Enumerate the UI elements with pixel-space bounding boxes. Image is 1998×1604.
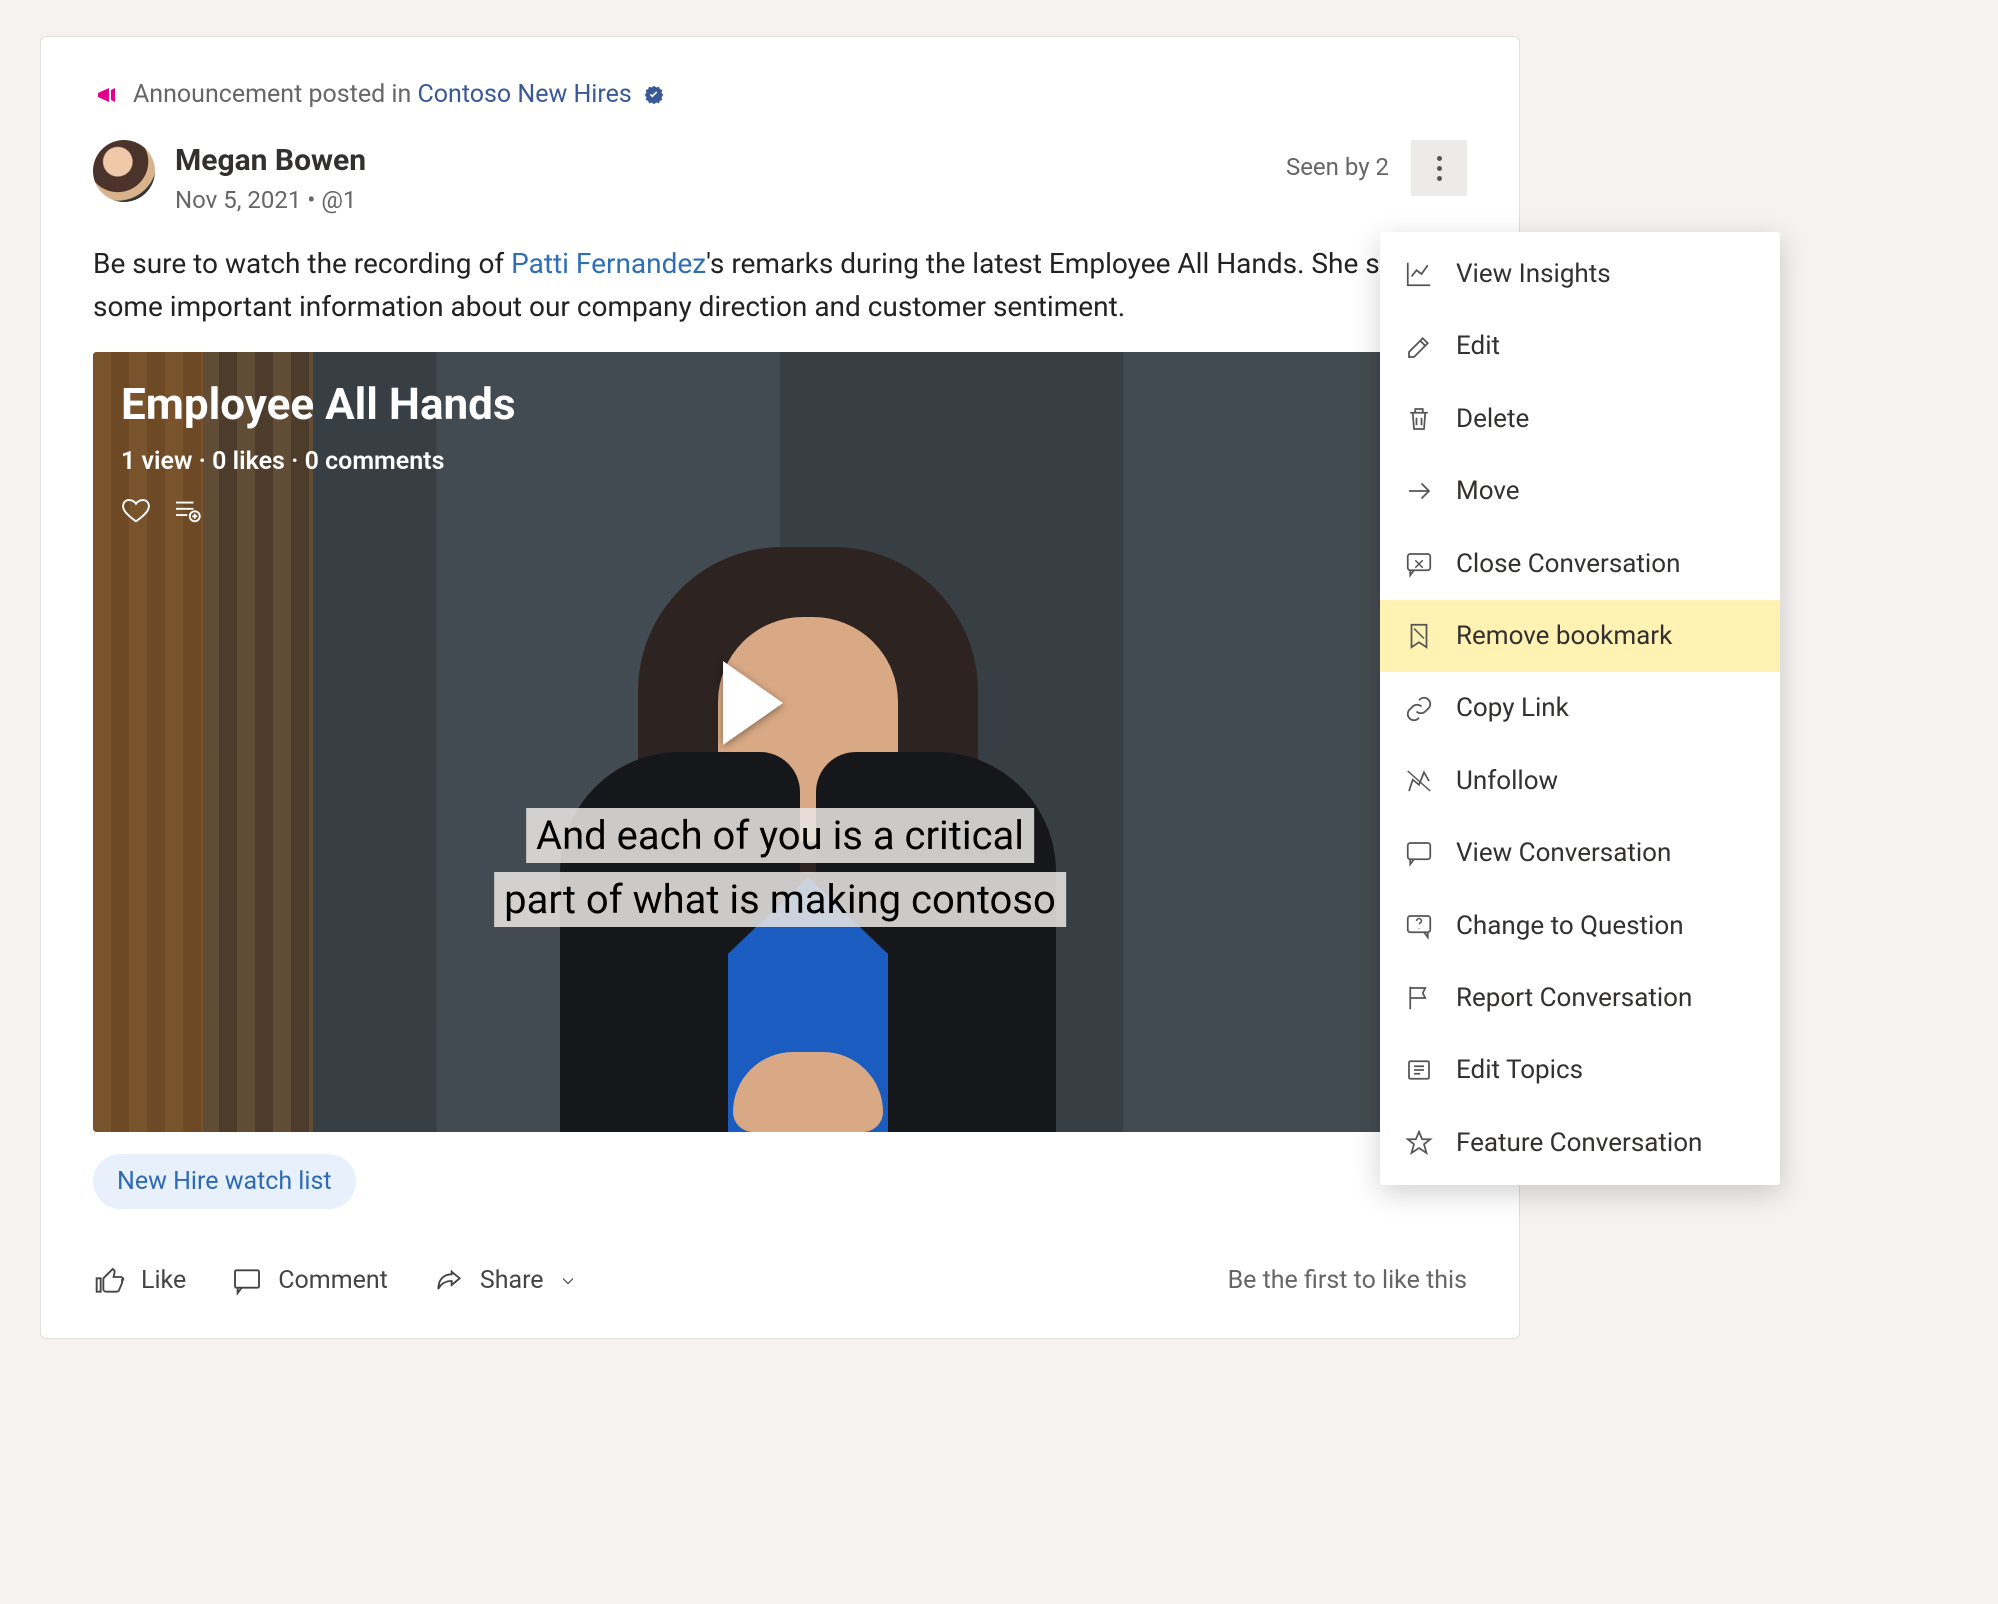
like-prompt: Be the first to like this xyxy=(1228,1263,1467,1298)
move-icon xyxy=(1404,476,1434,506)
report-icon xyxy=(1404,983,1434,1013)
like-button[interactable]: Like xyxy=(93,1263,186,1298)
author-block: Megan Bowen Nov 5, 2021 • @1 xyxy=(175,140,366,218)
author-name[interactable]: Megan Bowen xyxy=(175,140,366,182)
view-convo-icon xyxy=(1404,838,1434,868)
menu-item-close-convo[interactable]: Close Conversation xyxy=(1380,528,1780,600)
group-link[interactable]: Contoso New Hires xyxy=(418,80,632,109)
context-menu: View Insights Edit Delete Move Close Convers… xyxy=(1380,232,1780,1185)
add-to-list-icon[interactable] xyxy=(171,495,201,525)
video-overlay: Employee All Hands 1 view · 0 likes · 0 … xyxy=(121,374,516,525)
menu-item-question[interactable]: Change to Question xyxy=(1380,890,1780,962)
share-icon xyxy=(432,1265,466,1297)
menu-item-label: Report Conversation xyxy=(1456,980,1692,1016)
author-row: Megan Bowen Nov 5, 2021 • @1 Seen by 2 xyxy=(93,140,1467,218)
video-stats: 1 view · 0 likes · 0 comments xyxy=(121,444,516,479)
unfollow-icon xyxy=(1404,766,1434,796)
share-button[interactable]: Share xyxy=(432,1263,578,1298)
menu-item-topics[interactable]: Edit Topics xyxy=(1380,1034,1780,1106)
post-body: Be sure to watch the recording of Patti … xyxy=(93,242,1467,329)
menu-item-label: Close Conversation xyxy=(1456,546,1680,582)
more-options-button[interactable] xyxy=(1411,140,1467,196)
menu-item-label: Move xyxy=(1456,473,1520,509)
copy-link-icon xyxy=(1404,694,1434,724)
video-caption: And each of you is a critical part of wh… xyxy=(494,804,1066,932)
insights-icon xyxy=(1404,259,1434,289)
post-card: Announcement posted in Contoso New Hires… xyxy=(40,36,1520,1339)
more-icon xyxy=(1437,166,1442,171)
seen-by-count[interactable]: Seen by 2 xyxy=(1286,151,1389,185)
menu-item-label: Change to Question xyxy=(1456,908,1684,944)
menu-item-move[interactable]: Move xyxy=(1380,455,1780,527)
post-top-actions: Seen by 2 xyxy=(1286,140,1467,196)
bookmark-icon xyxy=(1404,621,1434,651)
video-title: Employee All Hands xyxy=(121,374,516,436)
menu-item-label: Feature Conversation xyxy=(1456,1125,1702,1161)
menu-item-label: Copy Link xyxy=(1456,690,1569,726)
thumbs-up-icon xyxy=(93,1265,127,1297)
menu-item-label: View Insights xyxy=(1456,256,1611,292)
feature-icon xyxy=(1404,1128,1434,1158)
menu-item-feature[interactable]: Feature Conversation xyxy=(1380,1107,1780,1179)
menu-item-insights[interactable]: View Insights xyxy=(1380,238,1780,310)
menu-item-report[interactable]: Report Conversation xyxy=(1380,962,1780,1034)
menu-item-label: Delete xyxy=(1456,401,1529,437)
menu-item-view-convo[interactable]: View Conversation xyxy=(1380,817,1780,889)
author-meta: Nov 5, 2021 • @1 xyxy=(175,184,366,218)
menu-item-label: Edit xyxy=(1456,328,1500,364)
topic-pill[interactable]: New Hire watch list xyxy=(93,1154,356,1209)
delete-icon xyxy=(1404,404,1434,434)
comment-icon xyxy=(230,1265,264,1297)
chevron-down-icon xyxy=(558,1271,578,1291)
author-handle: @1 xyxy=(321,186,356,214)
avatar[interactable] xyxy=(93,140,155,202)
menu-item-edit[interactable]: Edit xyxy=(1380,310,1780,382)
verified-icon xyxy=(644,85,664,105)
menu-item-delete[interactable]: Delete xyxy=(1380,383,1780,455)
heart-icon[interactable] xyxy=(121,495,151,525)
menu-item-label: Unfollow xyxy=(1456,763,1558,799)
announcement-prefix: Announcement posted in xyxy=(133,80,418,109)
menu-item-label: View Conversation xyxy=(1456,835,1671,871)
announcement-text: Announcement posted in Contoso New Hires xyxy=(133,77,632,112)
menu-item-label: Remove bookmark xyxy=(1456,618,1672,654)
video-attachment[interactable]: Employee All Hands 1 view · 0 likes · 0 … xyxy=(93,352,1467,1132)
announcement-bar: Announcement posted in Contoso New Hires xyxy=(93,77,1467,112)
menu-item-label: Edit Topics xyxy=(1456,1052,1583,1088)
menu-item-copy-link[interactable]: Copy Link xyxy=(1380,672,1780,744)
question-icon xyxy=(1404,911,1434,941)
post-actions: Like Comment Share Be the first to like … xyxy=(93,1263,1467,1298)
close-convo-icon xyxy=(1404,549,1434,579)
megaphone-icon xyxy=(93,83,121,107)
menu-item-bookmark[interactable]: Remove bookmark xyxy=(1380,600,1780,672)
user-mention[interactable]: Patti Fernandez xyxy=(511,247,706,280)
edit-icon xyxy=(1404,332,1434,362)
post-date: Nov 5, 2021 xyxy=(175,186,301,214)
menu-item-unfollow[interactable]: Unfollow xyxy=(1380,745,1780,817)
play-icon[interactable] xyxy=(723,661,783,745)
comment-button[interactable]: Comment xyxy=(230,1263,388,1298)
topics-icon xyxy=(1404,1055,1434,1085)
